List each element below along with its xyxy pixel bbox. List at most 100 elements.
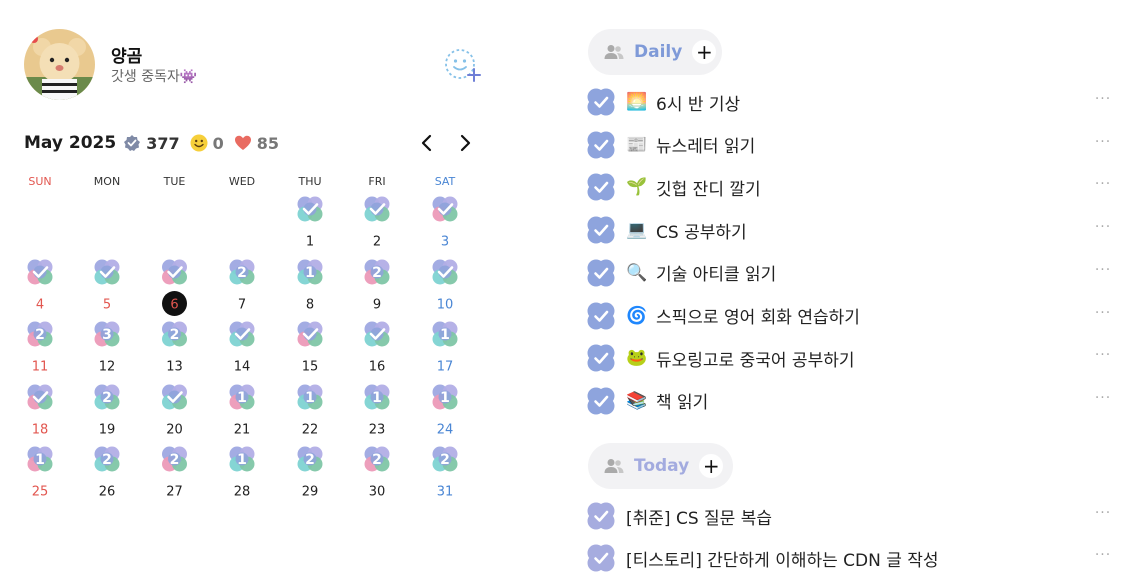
calendar-day[interactable]: 3 12 bbox=[94, 321, 120, 375]
todo-emoji-icon: 🌱 bbox=[626, 177, 648, 198]
calendar-day[interactable]: 1 21 bbox=[229, 384, 255, 438]
calendar-day[interactable]: 1 23 bbox=[364, 384, 390, 438]
today-todo-item[interactable]: [티스토리] 간단하게 이해하는 CDN 글 작성 ··· bbox=[586, 543, 1116, 573]
more-options-button[interactable]: ··· bbox=[1092, 134, 1114, 154]
calendar-day[interactable]: 2 26 bbox=[94, 446, 120, 500]
day-number: 4 bbox=[36, 298, 44, 313]
todo-text: 스픽으로 영어 회화 연습하기 bbox=[656, 308, 860, 328]
clover-check-icon bbox=[587, 387, 615, 415]
todo-emoji-icon: 🌀 bbox=[626, 305, 648, 326]
todo-checkbox[interactable] bbox=[586, 130, 616, 160]
calendar-day[interactable]: 2 13 bbox=[162, 321, 187, 375]
todo-emoji-icon: 📚 bbox=[626, 390, 648, 411]
more-options-button[interactable]: ··· bbox=[1092, 347, 1114, 367]
calendar-grid: SUN MON TUE WED THU FRI SAT1 2 34 5 6271829 1021131… bbox=[27, 175, 458, 500]
todo-checkbox[interactable] bbox=[586, 215, 616, 245]
calendar-day[interactable]: 1 24 bbox=[432, 384, 458, 438]
todo-checkbox[interactable] bbox=[586, 172, 616, 202]
day-number: 16 bbox=[369, 360, 386, 375]
calendar-day[interactable]: 1 25 bbox=[27, 446, 53, 500]
add-today-button[interactable]: + bbox=[699, 454, 724, 478]
today-section-chip[interactable]: Today + bbox=[588, 443, 733, 489]
add-daily-button[interactable]: + bbox=[692, 40, 717, 64]
day-number: 5 bbox=[103, 298, 111, 313]
todo-checkbox[interactable] bbox=[586, 543, 616, 573]
daily-section-label: Daily bbox=[634, 42, 683, 62]
day-remaining-count: 2 bbox=[102, 452, 112, 468]
todo-checkbox[interactable] bbox=[586, 343, 616, 373]
add-friend-button[interactable] bbox=[444, 47, 482, 83]
more-options-button[interactable]: ··· bbox=[1092, 91, 1114, 111]
today-todo-item[interactable]: [취준] CS 질문 복습 ··· bbox=[586, 501, 1116, 531]
calendar-day[interactable]: 29 bbox=[364, 259, 390, 313]
calendar-day[interactable]: 1 bbox=[297, 196, 323, 250]
more-options-button[interactable]: ··· bbox=[1092, 219, 1114, 239]
day-number: 2 bbox=[373, 235, 381, 250]
more-options-button[interactable]: ··· bbox=[1092, 547, 1114, 567]
calendar-day[interactable]: 18 bbox=[297, 259, 323, 313]
calendar-day[interactable]: 16 bbox=[364, 321, 390, 375]
daily-section-chip[interactable]: Daily + bbox=[588, 29, 722, 75]
more-options-button[interactable]: ··· bbox=[1092, 305, 1114, 325]
more-options-button[interactable]: ··· bbox=[1092, 390, 1114, 410]
todo-checkbox[interactable] bbox=[586, 258, 616, 288]
clover-check-icon bbox=[587, 302, 615, 329]
todo-emoji-icon: 🌅 bbox=[626, 92, 648, 112]
calendar-day[interactable]: 27 bbox=[229, 259, 255, 313]
day-number: 1 bbox=[306, 235, 314, 250]
todo-checkbox[interactable] bbox=[586, 386, 616, 416]
todo-emoji-icon: 🐸 bbox=[626, 348, 648, 369]
todo-emoji-icon: 💻 bbox=[626, 220, 648, 241]
calendar-day[interactable]: 1 22 bbox=[297, 384, 323, 438]
calendar-day[interactable]: 5 bbox=[94, 259, 120, 313]
todo-checkbox[interactable] bbox=[586, 301, 616, 331]
weekday-label: SAT bbox=[435, 175, 456, 188]
day-number: 20 bbox=[166, 423, 183, 438]
more-options-button[interactable]: ··· bbox=[1092, 505, 1114, 525]
calendar-day[interactable]: 2 19 bbox=[94, 384, 120, 438]
prev-month-button[interactable] bbox=[416, 132, 438, 154]
daily-todo-item[interactable]: 📰 뉴스레터 읽기 ··· bbox=[586, 130, 1116, 160]
daily-todo-item[interactable]: 🔍 기술 아티클 읽기 ··· bbox=[586, 258, 1116, 288]
calendar-day[interactable]: 2 bbox=[364, 196, 390, 250]
calendar-day[interactable]: 2 27 bbox=[162, 446, 187, 500]
daily-todo-item[interactable]: 🌱 깃헙 잔디 깔기 ··· bbox=[586, 172, 1116, 202]
calendar-day[interactable]: 6 bbox=[162, 259, 187, 317]
daily-todo-item[interactable]: 🌀 스픽으로 영어 회화 연습하기 ··· bbox=[586, 301, 1116, 331]
chevron-right-icon bbox=[460, 134, 471, 152]
people-icon bbox=[604, 459, 624, 473]
avatar[interactable] bbox=[24, 29, 95, 100]
daily-todo-item[interactable]: 🌅 6시 반 기상 ··· bbox=[586, 87, 1116, 117]
todo-checkbox[interactable] bbox=[586, 501, 616, 531]
calendar-day[interactable]: 18 bbox=[27, 384, 53, 438]
calendar-day[interactable]: 2 11 bbox=[27, 321, 53, 375]
day-number: 15 bbox=[302, 360, 319, 375]
calendar-day[interactable]: 2 30 bbox=[364, 446, 390, 500]
calendar-day[interactable]: 15 bbox=[297, 321, 323, 375]
daily-todo-item[interactable]: 🐸 듀오링고로 중국어 공부하기 ··· bbox=[586, 343, 1116, 373]
more-options-button[interactable]: ··· bbox=[1092, 262, 1114, 282]
day-number: 10 bbox=[437, 298, 454, 313]
day-number: 24 bbox=[437, 423, 454, 438]
more-options-button[interactable]: ··· bbox=[1092, 176, 1114, 196]
smile-icon bbox=[190, 134, 208, 152]
calendar-day[interactable]: 3 bbox=[432, 196, 458, 250]
calendar-day[interactable]: 2 31 bbox=[432, 446, 458, 500]
badge-check-icon bbox=[124, 135, 141, 151]
daily-todo-item[interactable]: 📚 책 읽기 ··· bbox=[586, 386, 1116, 416]
calendar-day[interactable]: 14 bbox=[229, 321, 255, 375]
calendar-day[interactable]: 20 bbox=[162, 384, 187, 438]
day-number: 8 bbox=[306, 298, 314, 313]
calendar-day[interactable]: 1 17 bbox=[432, 321, 458, 375]
next-month-button[interactable] bbox=[454, 132, 476, 154]
calendar-day[interactable]: 2 29 bbox=[297, 446, 323, 500]
daily-todo-item[interactable]: 💻 CS 공부하기 ··· bbox=[586, 215, 1116, 245]
bear-avatar-icon bbox=[24, 29, 95, 100]
clover-check-icon bbox=[587, 131, 615, 159]
todo-checkbox[interactable] bbox=[586, 87, 616, 117]
todo-text: 듀오링고로 중국어 공부하기 bbox=[656, 350, 855, 371]
calendar-day[interactable]: 10 bbox=[432, 259, 458, 313]
calendar-day[interactable]: 4 bbox=[27, 259, 53, 313]
weekday-label: TUE bbox=[163, 175, 186, 188]
calendar-day[interactable]: 1 28 bbox=[229, 446, 255, 500]
